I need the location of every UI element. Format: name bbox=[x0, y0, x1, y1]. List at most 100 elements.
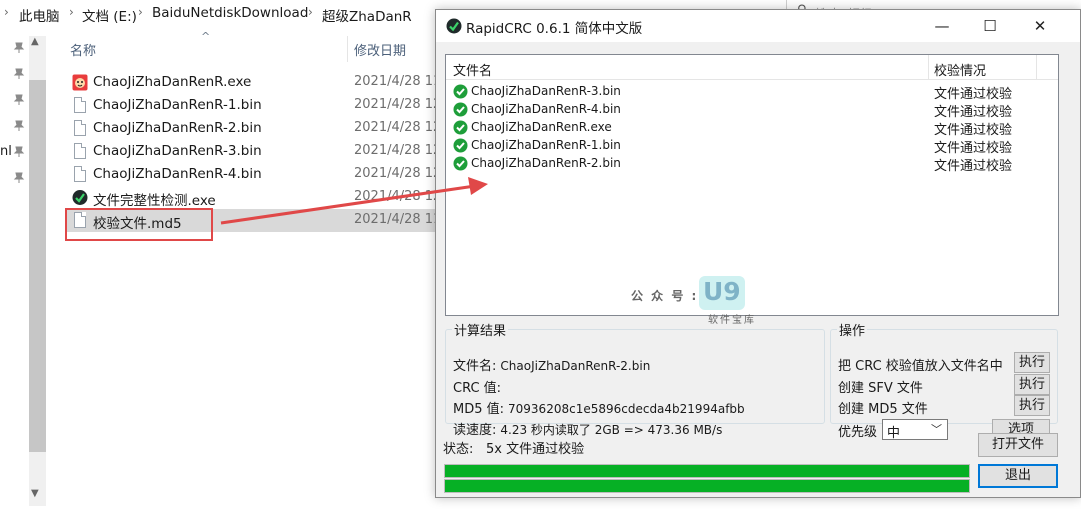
list-item-filename: ChaoJiZhaDanRenR-2.bin bbox=[471, 156, 621, 170]
check-ok-icon bbox=[453, 138, 468, 153]
list-item[interactable]: ChaoJiZhaDanRenR-3.bin 文件通过校验 bbox=[446, 83, 1058, 102]
open-file-button[interactable]: 打开文件 bbox=[978, 433, 1058, 457]
op-create-md5-label: 创建 MD5 文件 bbox=[838, 402, 928, 417]
list-item[interactable]: ChaoJiZhaDanRenR-4.bin 文件通过校验 bbox=[446, 101, 1058, 120]
pin-icon[interactable] bbox=[13, 120, 25, 132]
progress-fill bbox=[445, 465, 969, 477]
nav-scrollbar-thumb[interactable] bbox=[29, 80, 46, 452]
file-name: ChaoJiZhaDanRenR-1.bin bbox=[93, 97, 262, 113]
file-icon bbox=[72, 97, 88, 114]
progress-bar-total bbox=[444, 479, 970, 493]
breadcrumb-chevron-icon: › bbox=[4, 5, 9, 19]
file-row[interactable]: ChaoJiZhaDanRenR-4.bin 2021/4/28 12 bbox=[66, 163, 446, 186]
calc-speed-label: 读速度: bbox=[453, 423, 497, 438]
check-ok-icon bbox=[453, 156, 468, 171]
file-icon bbox=[72, 166, 88, 183]
op-crc-to-filename-label: 把 CRC 校验值放入文件名中 bbox=[838, 359, 1003, 374]
column-header-name[interactable]: 名称 bbox=[70, 40, 96, 59]
file-name: ChaoJiZhaDanRenR-3.bin bbox=[93, 143, 262, 159]
calc-filename-row: 文件名: ChaoJiZhaDanRenR-2.bin bbox=[453, 355, 650, 374]
calc-speed-row: 读速度: 4.23 秒内读取了 2GB => 473.36 MB/s bbox=[453, 419, 722, 438]
execute-create-md5-button[interactable]: 执行 bbox=[1014, 395, 1050, 416]
file-name: 文件完整性检测.exe bbox=[93, 193, 216, 209]
execute-crc-to-filename-button[interactable]: 执行 bbox=[1014, 352, 1050, 373]
scroll-down-icon[interactable]: ▼ bbox=[31, 488, 39, 499]
watermark-logo: U9 bbox=[699, 276, 745, 310]
breadcrumb-chevron-icon: › bbox=[138, 5, 143, 19]
breadcrumb-baidu-folder[interactable]: BaiduNetdiskDownload bbox=[152, 5, 308, 21]
operations-group: 操作 把 CRC 校验值放入文件名中 执行 创建 SFV 文件 执行 创建 MD… bbox=[830, 320, 1058, 441]
rapidcrc-app-icon bbox=[446, 18, 462, 34]
annotation-highlight-box bbox=[65, 208, 213, 241]
priority-select[interactable]: 中 ﹀ bbox=[882, 419, 948, 441]
column-divider[interactable] bbox=[1036, 55, 1037, 79]
list-item-status: 文件通过校验 bbox=[934, 159, 1013, 174]
pin-icon[interactable] bbox=[13, 146, 25, 158]
pin-icon[interactable] bbox=[13, 172, 25, 184]
check-ok-icon bbox=[453, 102, 468, 117]
minimize-icon[interactable]: — bbox=[918, 10, 966, 42]
breadcrumb-drive-e[interactable]: 文档 (E:) bbox=[82, 5, 137, 25]
scroll-up-icon[interactable]: ▲ bbox=[31, 36, 39, 47]
file-check-list[interactable]: 文件名 校验情况 ChaoJiZhaDanRenR-3.bin 文件通过校验 C… bbox=[445, 54, 1059, 326]
calc-results-legend: 计算结果 bbox=[454, 324, 507, 339]
operations-legend: 操作 bbox=[839, 324, 866, 339]
watermark-text: 公 众 号 : bbox=[631, 289, 699, 303]
file-date: 2021/4/28 12 bbox=[354, 143, 442, 158]
calc-md5-value: 70936208c1e5896cdecda4b21994afbb bbox=[508, 402, 745, 416]
list-item-status: 文件通过校验 bbox=[934, 123, 1013, 138]
file-row[interactable]: ChaoJiZhaDanRenR-3.bin 2021/4/28 12 bbox=[66, 140, 446, 163]
calc-crc-label: CRC 值: bbox=[453, 381, 502, 396]
file-date: 2021/4/28 12 bbox=[354, 166, 442, 181]
list-item[interactable]: ChaoJiZhaDanRenR.exe 文件通过校验 bbox=[446, 119, 1058, 138]
calc-filename-value: ChaoJiZhaDanRenR-2.bin bbox=[500, 359, 651, 373]
column-divider[interactable] bbox=[928, 55, 929, 79]
list-item-filename: ChaoJiZhaDanRenR-1.bin bbox=[471, 138, 621, 152]
app-exe-icon bbox=[72, 74, 88, 91]
progress-bar-file bbox=[444, 464, 970, 478]
calc-md5-row: MD5 值: 70936208c1e5896cdecda4b21994afbb bbox=[453, 398, 745, 417]
list-item-filename: ChaoJiZhaDanRenR.exe bbox=[471, 120, 612, 134]
list-item-status: 文件通过校验 bbox=[934, 87, 1013, 102]
calc-speed-value: 4.23 秒内读取了 2GB => 473.36 MB/s bbox=[500, 423, 723, 437]
breadcrumb-current-folder[interactable]: 超级ZhaDanR bbox=[322, 5, 412, 25]
exit-button[interactable]: 退出 bbox=[978, 464, 1058, 488]
file-row[interactable]: ChaoJiZhaDanRenR-1.bin 2021/4/28 12 bbox=[66, 94, 446, 117]
column-header-date[interactable]: 修改日期 bbox=[354, 40, 406, 59]
list-header-status[interactable]: 校验情况 bbox=[934, 60, 986, 79]
nav-item-partial-label[interactable]: nl bbox=[0, 144, 12, 159]
file-icon bbox=[72, 143, 88, 160]
pin-icon[interactable] bbox=[13, 94, 25, 106]
list-header-filename[interactable]: 文件名 bbox=[453, 60, 492, 79]
column-divider[interactable] bbox=[347, 36, 348, 62]
calc-results-group: 计算结果 文件名: ChaoJiZhaDanRenR-2.bin CRC 值: M… bbox=[445, 320, 825, 438]
execute-create-sfv-button[interactable]: 执行 bbox=[1014, 374, 1050, 395]
file-date: 2021/4/28 11 bbox=[354, 212, 442, 227]
window-title: RapidCRC 0.6.1 简体中文版 bbox=[466, 21, 643, 37]
priority-value: 中 bbox=[887, 426, 901, 441]
breadcrumb-this-pc[interactable]: 此电脑 bbox=[19, 5, 60, 25]
pin-icon[interactable] bbox=[13, 42, 25, 54]
file-row[interactable]: ChaoJiZhaDanRenR-2.bin 2021/4/28 12 bbox=[66, 117, 446, 140]
file-row[interactable]: 文件完整性检测.exe 2021/4/28 12 bbox=[66, 186, 446, 209]
list-item[interactable]: ChaoJiZhaDanRenR-2.bin 文件通过校验 bbox=[446, 155, 1058, 174]
file-name: ChaoJiZhaDanRenR-2.bin bbox=[93, 120, 262, 136]
list-item-filename: ChaoJiZhaDanRenR-3.bin bbox=[471, 84, 621, 98]
status-label: 状态: bbox=[443, 442, 474, 457]
file-row[interactable]: ChaoJiZhaDanRenR.exe 2021/4/28 11 bbox=[66, 71, 446, 94]
maximize-icon[interactable]: ☐ bbox=[966, 10, 1014, 42]
priority-label: 优先级 bbox=[838, 425, 878, 440]
status-text: 5x 文件通过校验 bbox=[486, 442, 585, 457]
op-create-sfv-label: 创建 SFV 文件 bbox=[838, 381, 923, 396]
file-name: ChaoJiZhaDanRenR.exe bbox=[93, 74, 252, 90]
list-item-filename: ChaoJiZhaDanRenR-4.bin bbox=[471, 102, 621, 116]
list-item[interactable]: ChaoJiZhaDanRenR-1.bin 文件通过校验 bbox=[446, 137, 1058, 156]
file-icon bbox=[72, 120, 88, 137]
calc-md5-label: MD5 值: bbox=[453, 402, 505, 417]
list-item-status: 文件通过校验 bbox=[934, 105, 1013, 120]
close-icon[interactable]: ✕ bbox=[1016, 10, 1064, 42]
file-date: 2021/4/28 12 bbox=[354, 120, 442, 135]
title-bar[interactable]: RapidCRC 0.6.1 简体中文版 — ☐ ✕ bbox=[436, 10, 1080, 42]
pin-icon[interactable] bbox=[13, 68, 25, 80]
file-date: 2021/4/28 11 bbox=[354, 74, 442, 89]
